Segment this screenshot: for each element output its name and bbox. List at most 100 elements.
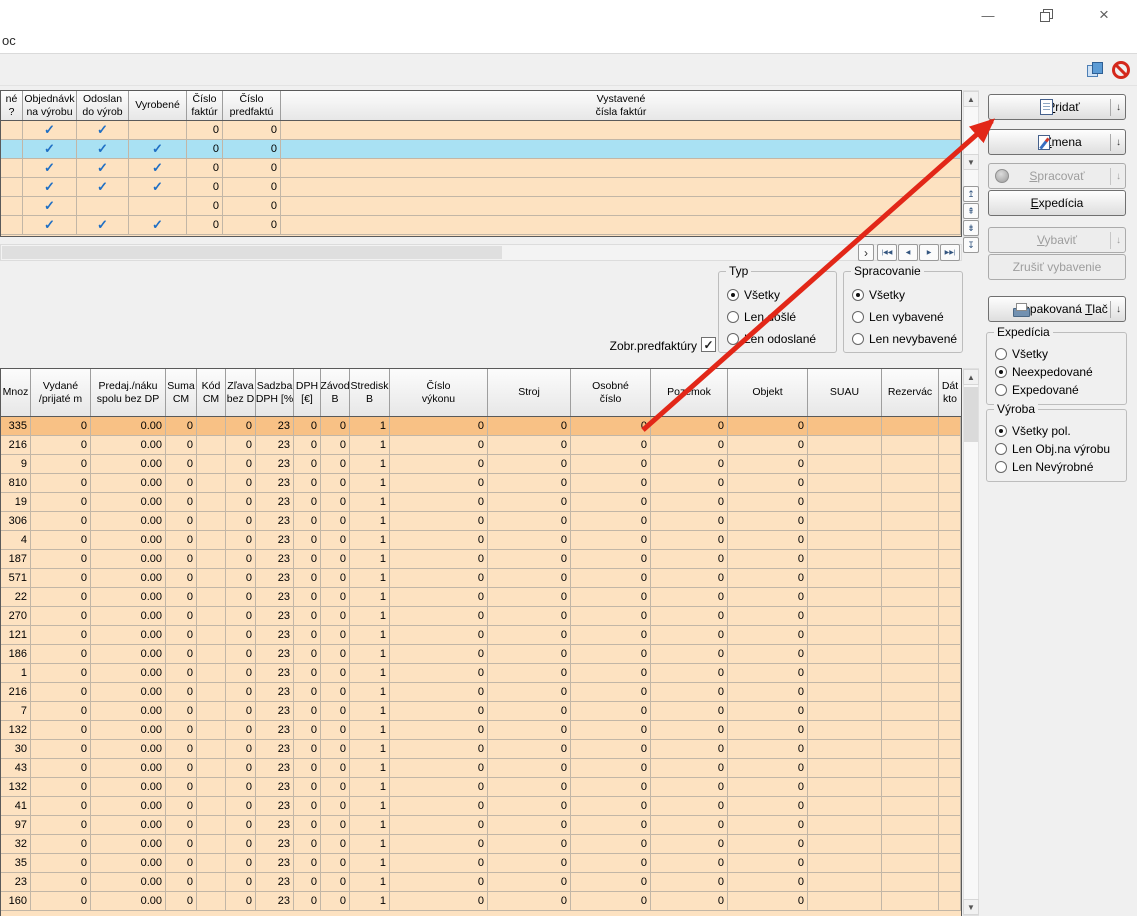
radio-len-odoslane[interactable]: Len odoslané bbox=[727, 332, 816, 346]
scroll-down-icon[interactable]: ▼ bbox=[963, 154, 979, 170]
scroll-down-icon[interactable]: ▼ bbox=[963, 899, 979, 915]
table-row[interactable]: 1900.00002300100000 bbox=[1, 493, 961, 512]
minimize-button[interactable]: — bbox=[965, 0, 1011, 30]
cell bbox=[939, 892, 961, 910]
nav-first-icon[interactable]: |◀◀ bbox=[877, 244, 897, 261]
scroll-up-icon[interactable]: ▲ bbox=[963, 369, 979, 385]
column-header: Dátkto bbox=[939, 369, 961, 416]
cell bbox=[808, 417, 882, 435]
vybavit-button[interactable]: Vybaviť↓ bbox=[988, 227, 1126, 253]
cell: 23 bbox=[256, 740, 294, 758]
cell: 0 bbox=[294, 778, 321, 796]
expand-button[interactable]: › bbox=[858, 244, 874, 261]
cell: 0 bbox=[571, 816, 651, 834]
radio-len-vybavene[interactable]: Len vybavené bbox=[852, 310, 944, 324]
cell: 0 bbox=[390, 607, 488, 625]
table-row[interactable]: 2300.00002300100000 bbox=[1, 873, 961, 892]
dropdown-arrow-icon[interactable]: ↓ bbox=[1110, 232, 1123, 249]
opakovana-tlac-button[interactable]: opakovaná Tlač↓ bbox=[988, 296, 1126, 322]
maximize-button[interactable] bbox=[1023, 0, 1069, 30]
table-row[interactable]: 30600.00002300100000 bbox=[1, 512, 961, 531]
nav-prev-icon[interactable]: ◀ bbox=[898, 244, 918, 261]
table-row[interactable]: 18600.00002300100000 bbox=[1, 645, 961, 664]
table-row[interactable]: 21600.00002300100000 bbox=[1, 436, 961, 455]
table-row[interactable]: 21600.00002300100000 bbox=[1, 683, 961, 702]
scroll-pagedown-icon[interactable]: ⇟ bbox=[963, 220, 979, 236]
radio-len-dosle[interactable]: Len došlé bbox=[727, 310, 796, 324]
table-row[interactable]: ✓✓00 bbox=[1, 121, 961, 140]
cell: 0 bbox=[390, 740, 488, 758]
table-row[interactable]: ✓00 bbox=[1, 197, 961, 216]
close-button[interactable]: × bbox=[1081, 0, 1127, 30]
cell: 0 bbox=[31, 512, 91, 530]
table-row[interactable]: 100.00002300100000 bbox=[1, 664, 961, 683]
table-row[interactable]: 9700.00002300100000 bbox=[1, 816, 961, 835]
table-row[interactable]: 13200.00002300100000 bbox=[1, 721, 961, 740]
table-row[interactable]: ✓✓✓00 bbox=[1, 216, 961, 235]
table-row[interactable]: 4100.00002300100000 bbox=[1, 797, 961, 816]
cell: 0.00 bbox=[91, 816, 166, 834]
table-row[interactable]: 700.00002300100000 bbox=[1, 702, 961, 721]
table-row[interactable]: 4300.00002300100000 bbox=[1, 759, 961, 778]
radio-len-nevybavene[interactable]: Len nevybavené bbox=[852, 332, 957, 346]
table-row[interactable]: 3000.00002300100000 bbox=[1, 740, 961, 759]
table-row[interactable]: 3200.00002300100000 bbox=[1, 835, 961, 854]
scroll-last-icon[interactable]: ↧ bbox=[963, 237, 979, 253]
record-nav-buttons: |◀◀◀▶▶▶| bbox=[877, 244, 960, 261]
table-row[interactable]: 18700.00002300100000 bbox=[1, 550, 961, 569]
cell: 0 bbox=[651, 873, 728, 891]
table-row[interactable]: 27000.00002300100000 bbox=[1, 607, 961, 626]
predfaktury-checkbox[interactable]: ✓ bbox=[701, 337, 716, 352]
pridat-button[interactable]: Pridať↓ bbox=[988, 94, 1126, 120]
radio-len-nevyrobne[interactable]: Len Nevýrobné bbox=[995, 460, 1093, 474]
table-row[interactable]: 57100.00002300100000 bbox=[1, 569, 961, 588]
spracovat-button[interactable]: Spracovať↓ bbox=[988, 163, 1126, 189]
table-row[interactable]: 16000.00002300100000 bbox=[1, 892, 961, 911]
forbidden-icon[interactable] bbox=[1110, 59, 1132, 81]
table-row[interactable]: 13200.00002300100000 bbox=[1, 778, 961, 797]
copy-icon[interactable] bbox=[1084, 59, 1106, 81]
radio-neexpedovane[interactable]: Neexpedované bbox=[995, 365, 1093, 379]
radio-vsetky[interactable]: Všetky bbox=[995, 347, 1048, 361]
dropdown-arrow-icon[interactable]: ↓ bbox=[1110, 301, 1123, 318]
vscroll-thumb[interactable] bbox=[964, 387, 978, 442]
table-row[interactable]: 400.00002300100000 bbox=[1, 531, 961, 550]
dropdown-arrow-icon[interactable]: ↓ bbox=[1110, 134, 1123, 151]
nav-next-icon[interactable]: ▶ bbox=[919, 244, 939, 261]
cell: 4 bbox=[1, 531, 31, 549]
cell: 0 bbox=[166, 531, 197, 549]
table-row[interactable]: 900.00002300100000 bbox=[1, 455, 961, 474]
zrusit-vybavenie-button[interactable]: Zrušiť vybavenie bbox=[988, 254, 1126, 280]
scroll-up-icon[interactable]: ▲ bbox=[963, 91, 979, 107]
radio-len-obj-na-vyrobu[interactable]: Len Obj.na výrobu bbox=[995, 442, 1110, 456]
radio-vsetky-pol[interactable]: Všetky pol. bbox=[995, 424, 1071, 438]
nav-last-icon[interactable]: ▶▶| bbox=[940, 244, 960, 261]
table-row[interactable]: 3500.00002300100000 bbox=[1, 854, 961, 873]
radio-vsetky[interactable]: Všetky bbox=[727, 288, 780, 302]
dropdown-arrow-icon[interactable]: ↓ bbox=[1110, 168, 1123, 185]
table-row[interactable]: 81000.00002300100000 bbox=[1, 474, 961, 493]
radio-vsetky[interactable]: Všetky bbox=[852, 288, 905, 302]
table-row[interactable]: ✓✓✓00 bbox=[1, 140, 961, 159]
table-row[interactable]: 12100.00002300100000 bbox=[1, 626, 961, 645]
hscroll-thumb[interactable] bbox=[2, 246, 502, 259]
table-row[interactable]: 33500.00002300100000 bbox=[1, 417, 961, 436]
zmena-button[interactable]: Zmena↓ bbox=[988, 129, 1126, 155]
table-row[interactable]: ✓✓✓00 bbox=[1, 159, 961, 178]
radio-label: Len Nevýrobné bbox=[1012, 460, 1093, 474]
scroll-first-icon[interactable]: ↥ bbox=[963, 186, 979, 202]
scroll-pageup-icon[interactable]: ⇞ bbox=[963, 203, 979, 219]
expedicia-button[interactable]: Expedícia bbox=[988, 190, 1126, 216]
dropdown-arrow-icon[interactable]: ↓ bbox=[1110, 99, 1123, 116]
cell bbox=[808, 493, 882, 511]
cell: 0 bbox=[728, 873, 808, 891]
hscrollbar[interactable] bbox=[0, 244, 962, 261]
cell: 1 bbox=[350, 455, 390, 473]
radio-expedovane[interactable]: Expedované bbox=[995, 383, 1079, 397]
cell: ✓ bbox=[23, 121, 77, 139]
table-row[interactable]: ✓✓✓00 bbox=[1, 178, 961, 197]
cell: 1 bbox=[350, 854, 390, 872]
cell: 0 bbox=[728, 683, 808, 701]
table-row[interactable]: 2200.00002300100000 bbox=[1, 588, 961, 607]
items-grid-vscrollbar[interactable] bbox=[963, 368, 979, 916]
